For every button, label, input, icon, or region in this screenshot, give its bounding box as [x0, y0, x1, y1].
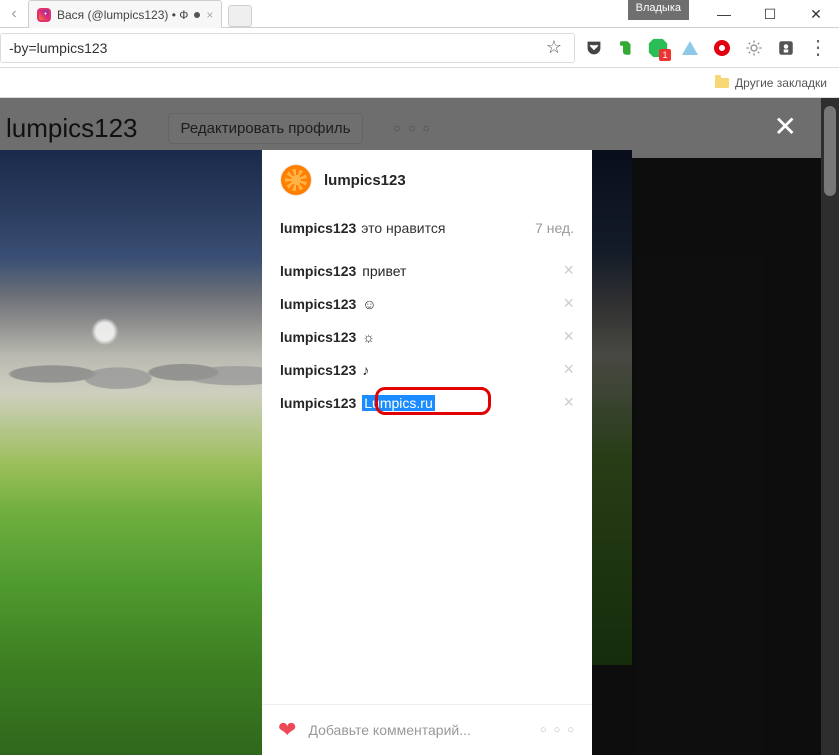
other-bookmarks-link[interactable]: Другие закладки — [735, 76, 827, 90]
browser-tab-active[interactable]: Вася (@lumpics123) • Ф × — [28, 0, 222, 28]
tab-strip: ‹ Вася (@lumpics123) • Ф × — [0, 0, 252, 28]
yandex-icon[interactable] — [679, 37, 701, 59]
tab-close-button[interactable]: × — [206, 8, 213, 22]
address-bar[interactable]: -by=lumpics123 ☆ — [0, 33, 575, 63]
window-maximize-button[interactable]: ☐ — [747, 0, 793, 28]
adblock-badge: 1 — [659, 49, 671, 61]
comment-user[interactable]: lumpics123 — [280, 362, 356, 378]
comment-user[interactable]: lumpics123 — [280, 296, 356, 312]
post-time: 7 нед. — [535, 220, 574, 236]
instagram-icon — [37, 8, 51, 22]
page-content: lumpics123 Редактировать профиль ○ ○ ○ ✕… — [0, 98, 839, 755]
browser-menu-icon[interactable]: ⋮ — [807, 37, 829, 59]
bookmarks-bar: Другие закладки — [0, 68, 839, 98]
likes-username[interactable]: lumpics123 — [280, 220, 356, 236]
tab-scroll-left[interactable]: ‹ — [0, 0, 28, 28]
save-ext-icon[interactable] — [775, 37, 797, 59]
comment-text: ☼ — [362, 329, 375, 345]
comment-user[interactable]: lumpics123 — [280, 329, 356, 345]
pocket-icon[interactable] — [583, 37, 605, 59]
tab-title: Вася (@lumpics123) • Ф — [57, 8, 188, 22]
panel-footer: ❤ Добавьте комментарий... ○ ○ ○ — [262, 704, 592, 755]
comment-row: lumpics123 ♪ × — [280, 353, 574, 386]
comment-text-selected[interactable]: Lumpics.ru — [362, 395, 434, 411]
more-options-icon[interactable]: ○ ○ ○ — [540, 724, 576, 736]
folder-icon — [715, 78, 729, 88]
post-image[interactable] — [0, 150, 262, 755]
opera-icon[interactable] — [711, 37, 733, 59]
comment-delete-icon[interactable]: × — [563, 326, 574, 347]
add-comment-input[interactable]: Добавьте комментарий... — [308, 722, 528, 738]
tab-status-dot — [194, 12, 200, 18]
comment-text: привет — [362, 263, 406, 279]
comment-delete-icon[interactable]: × — [563, 392, 574, 413]
comment-row: lumpics123 Lumpics.ru × — [280, 386, 574, 419]
post-side-panel: lumpics123 lumpics123 это нравится 7 нед… — [262, 150, 592, 755]
comment-text: ♪ — [362, 362, 369, 378]
adblock-icon[interactable]: 1 — [647, 37, 669, 59]
author-avatar[interactable] — [280, 164, 312, 196]
extensions-toolbar: 1 ⋮ — [575, 37, 833, 59]
author-username[interactable]: lumpics123 — [324, 172, 406, 189]
window-minimize-button[interactable]: — — [701, 0, 747, 28]
comment-delete-icon[interactable]: × — [563, 293, 574, 314]
comment-delete-icon[interactable]: × — [563, 260, 574, 281]
comment-user[interactable]: lumpics123 — [280, 395, 356, 411]
devtools-icon[interactable] — [743, 37, 765, 59]
overlay-scrollbar[interactable] — [821, 98, 839, 755]
comment-text: ☺ — [362, 296, 376, 312]
likes-row: lumpics123 это нравится 7 нед. — [262, 210, 592, 250]
new-tab-button[interactable] — [228, 5, 252, 27]
comment-delete-icon[interactable]: × — [563, 359, 574, 380]
close-icon[interactable]: ✕ — [774, 110, 797, 143]
window-close-button[interactable]: ✕ — [793, 0, 839, 28]
evernote-icon[interactable] — [615, 37, 637, 59]
address-bar-row: -by=lumpics123 ☆ 1 ⋮ — [0, 28, 839, 68]
heart-icon[interactable]: ❤ — [278, 717, 296, 743]
address-text: -by=lumpics123 — [9, 40, 542, 56]
comment-user[interactable]: lumpics123 — [280, 263, 356, 279]
comment-row: lumpics123 ☼ × — [280, 320, 574, 353]
post-image-right-sliver — [592, 150, 632, 665]
window-user-badge: Владыка — [628, 0, 689, 20]
likes-text: это нравится — [361, 220, 445, 236]
window-titlebar: ‹ Вася (@lumpics123) • Ф × Владыка — ☐ ✕ — [0, 0, 839, 28]
post-author-row: lumpics123 — [262, 150, 592, 210]
bookmark-star-icon[interactable]: ☆ — [542, 37, 566, 58]
comment-row: lumpics123 ☺ × — [280, 287, 574, 320]
comment-row: lumpics123 привет × — [280, 254, 574, 287]
comments-list: lumpics123 привет × lumpics123 ☺ × lumpi… — [262, 250, 592, 423]
scrollbar-thumb[interactable] — [824, 106, 836, 196]
